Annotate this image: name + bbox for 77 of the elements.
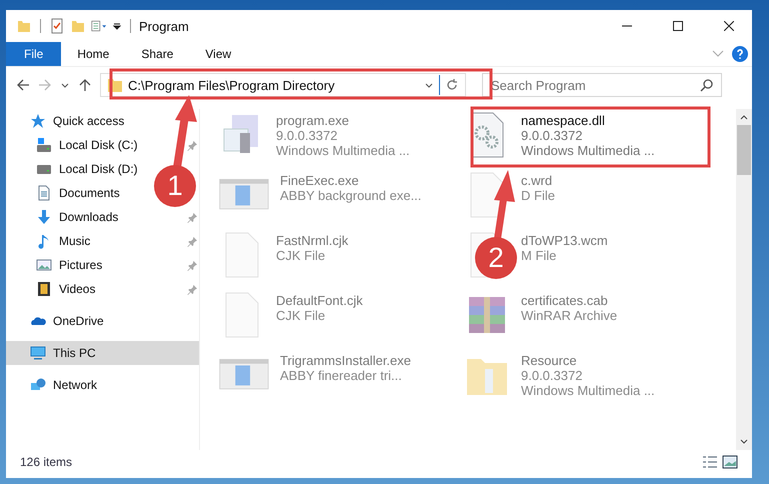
monitor-icon [30, 345, 46, 361]
search-field[interactable]: Search Program [482, 73, 722, 97]
expand-ribbon-icon[interactable] [712, 50, 724, 58]
ribbon-tab[interactable]: View [189, 42, 248, 66]
file-detail: CJK File [276, 308, 326, 323]
address-path: C:\Program Files\Program Directory [128, 78, 336, 92]
scroll-up-icon[interactable] [739, 113, 749, 121]
forward-arrow-icon[interactable] [38, 78, 52, 92]
nav-item[interactable]: This PC [6, 341, 199, 365]
scrollbar[interactable] [736, 109, 752, 450]
properties-icon[interactable] [91, 18, 107, 34]
nav-item[interactable]: Documents [6, 181, 130, 205]
close-icon [724, 21, 734, 31]
film-icon [36, 281, 52, 297]
ribbon-tab[interactable]: File [6, 42, 62, 66]
nav-item[interactable]: Downloads [6, 205, 128, 229]
file-detail: D File [521, 188, 555, 203]
file-detail: CJK File [276, 248, 326, 263]
step-number: 1 [154, 165, 196, 207]
up-arrow-icon[interactable] [78, 78, 92, 92]
document-icon [36, 185, 52, 201]
pin-icon[interactable] [187, 236, 198, 246]
file-detail: ABBY background exe... [280, 188, 422, 203]
file-name[interactable]: FastNrml.cjk [276, 233, 348, 248]
nav-item[interactable]: Music [6, 229, 100, 253]
nav-item[interactable]: Network [6, 373, 199, 397]
pin-icon[interactable] [187, 140, 198, 150]
pin-icon[interactable] [187, 260, 198, 270]
file-name[interactable]: dToWP13.wcm [521, 233, 608, 248]
download-arrow-icon [36, 209, 52, 225]
file-name[interactable]: program.exe [276, 113, 410, 128]
item-count: 126 items [20, 455, 72, 469]
file-name[interactable]: TrigrammsInstaller.exe [280, 353, 411, 368]
maximize-icon [673, 21, 683, 31]
file-name[interactable]: DefaultFont.cjk [276, 293, 363, 308]
checklist-icon[interactable] [49, 18, 65, 34]
nav-item[interactable]: Quick access [6, 109, 199, 133]
drive-icon [36, 137, 52, 153]
file-detail: M File [521, 248, 558, 263]
file-detail: Windows Multimedia ... [276, 143, 410, 158]
customize-caret-icon[interactable] [112, 21, 122, 31]
nav-item[interactable]: Videos [6, 277, 106, 301]
picture-icon [36, 257, 52, 273]
star-icon [30, 113, 46, 129]
nav-item[interactable]: OneDrive [6, 309, 199, 333]
network-icon [30, 377, 46, 393]
search-icon [700, 78, 714, 92]
file-name[interactable]: FineExec.exe [280, 173, 422, 188]
nav-item[interactable]: Pictures [6, 253, 112, 277]
pin-icon[interactable] [187, 212, 198, 222]
file-name[interactable]: c.wrd [521, 173, 555, 188]
address-bar[interactable]: C:\Program Files\Program Directory [100, 73, 466, 97]
ribbon-tab[interactable]: Share [125, 42, 190, 66]
file-detail: 9.0.0.3372 [521, 368, 584, 383]
scroll-down-icon[interactable] [739, 438, 749, 446]
ribbon-tab[interactable]: Home [61, 42, 126, 66]
file-detail: 9.0.0.3372 [276, 128, 338, 143]
details-view-icon[interactable] [702, 455, 718, 469]
file-name[interactable]: Resource [521, 353, 655, 368]
window-title: Program [139, 18, 189, 34]
nav-item[interactable]: Local Disk (D:) [6, 157, 148, 181]
help-icon[interactable] [732, 46, 748, 62]
file-detail: 9.0.0.3372 [521, 128, 584, 143]
refresh-icon[interactable] [445, 78, 459, 92]
step-number: 2 [475, 237, 517, 279]
file-detail: WinRAR Archive [521, 308, 618, 323]
nav-item[interactable]: Local Disk (C:) [6, 133, 148, 157]
back-arrow-icon[interactable] [16, 78, 30, 92]
file-detail: ABBY finereader tri... [280, 368, 403, 383]
pin-icon[interactable] [187, 284, 198, 294]
file-detail: Windows Multimedia ... [521, 143, 655, 158]
file-detail: Windows Multimedia ... [521, 383, 655, 398]
large-icons-view-icon[interactable] [722, 455, 738, 469]
scroll-thumb[interactable] [737, 125, 751, 175]
file-name[interactable]: certificates.cab [521, 293, 618, 308]
minimize-icon [622, 25, 632, 27]
file-name[interactable]: namespace.dll [521, 113, 655, 128]
